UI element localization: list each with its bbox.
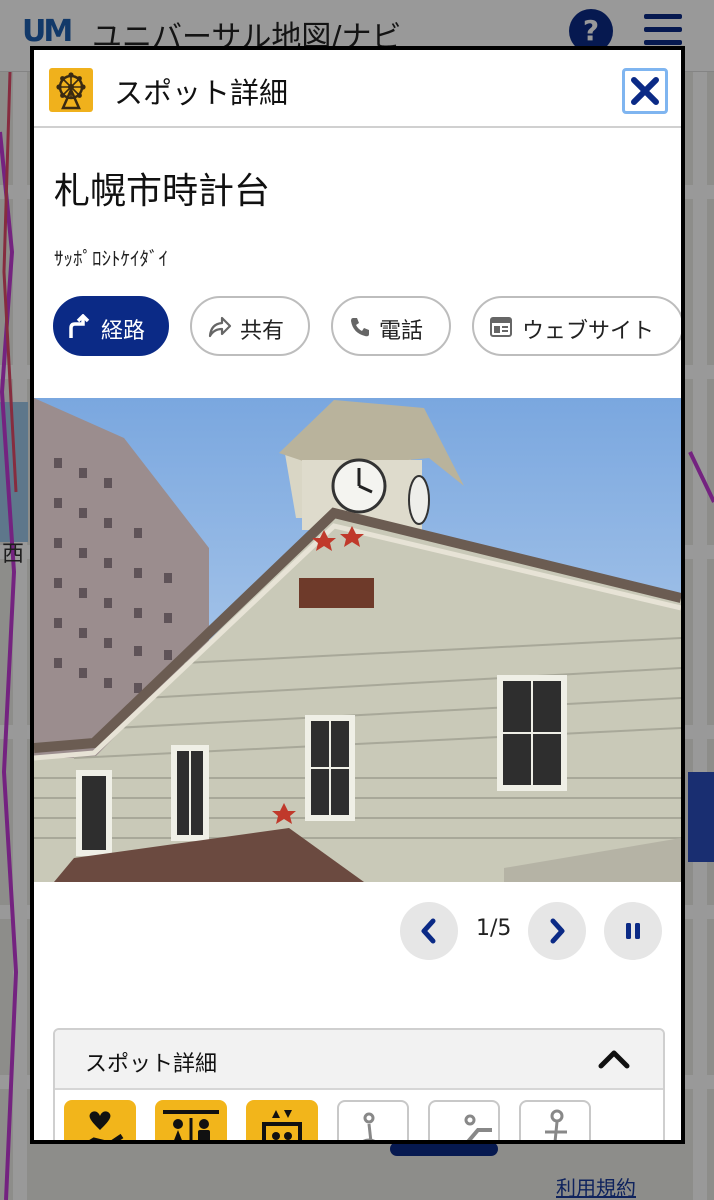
previous-photo-button[interactable] [400,902,458,960]
share-button[interactable]: 共有 [190,296,310,356]
share-icon [208,316,232,338]
chevron-left-icon [421,918,436,944]
spot-detail-modal: スポット詳細 札幌市時計台 ｻｯﾎﾟﾛｼﾄｹｲﾀﾞｲ 経路 共有 電話 ウェブサ… [30,46,685,1144]
accessible-service-icon [89,1111,124,1140]
facility-restroom [155,1100,227,1140]
modal-title: スポット詳細 [114,76,289,110]
next-photo-button[interactable] [528,902,586,960]
pause-slideshow-button[interactable] [604,902,662,960]
facility-wheelchair [337,1100,409,1140]
spot-photo[interactable] [34,398,681,882]
facility-accessible-service [64,1100,136,1140]
website-button-label: ウェブサイト [522,319,655,344]
website-button[interactable]: ウェブサイト [472,296,681,356]
wheelchair-icon [362,1112,376,1140]
route-icon [69,314,90,338]
clock-tower-photo [34,398,681,882]
website-icon [490,317,512,337]
route-button-label: 経路 [101,319,146,344]
close-icon [631,77,659,105]
modal-header: スポット詳細 [34,50,681,128]
chevron-up-icon[interactable] [597,1046,631,1072]
facility-elevator [246,1100,318,1140]
ferris-wheel-icon [49,68,93,112]
share-button-label: 共有 [240,319,285,344]
walking-person-icon [545,1109,567,1140]
photo-counter: 1/5 [476,916,512,941]
spot-name: 札幌市時計台 [54,171,271,212]
elevator-icon [262,1110,302,1140]
spot-details-section: スポット詳細 [53,1028,665,1140]
facility-walking-person [519,1100,591,1140]
details-title: スポット詳細 [85,1052,218,1077]
phone-icon [351,318,369,337]
close-button[interactable] [622,68,668,114]
phone-button-label: 電話 [379,319,424,344]
details-accordion-header[interactable]: スポット詳細 [55,1030,663,1090]
escalator-icon [464,1114,492,1140]
route-button[interactable]: 経路 [53,296,169,356]
restroom-icon [163,1110,219,1140]
phone-button[interactable]: 電話 [331,296,451,356]
pause-icon [626,923,640,939]
facility-escalator [428,1100,500,1140]
chevron-right-icon [550,918,565,944]
spot-kana-reading: ｻｯﾎﾟﾛｼﾄｹｲﾀﾞｲ [54,248,169,270]
